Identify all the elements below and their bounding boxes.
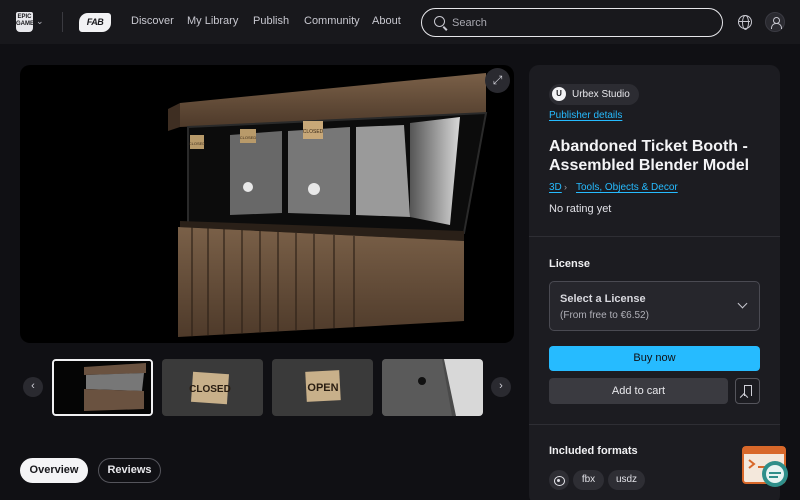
ticket-booth-render: CLOSED CLOSED CLOSED (168, 73, 488, 337)
nav-divider (62, 12, 63, 32)
search-bar[interactable] (421, 8, 723, 37)
product-title: Abandoned Ticket Booth - Assembled Blend… (549, 138, 750, 174)
globe-icon[interactable] (738, 15, 752, 30)
add-to-cart-button[interactable]: Add to cart (549, 378, 728, 404)
prev-image-button[interactable]: ‹ (23, 377, 43, 397)
open-sign: OPEN (307, 382, 338, 394)
breadcrumb-3d[interactable]: 3D (549, 182, 562, 193)
thumbnail-3[interactable]: OPEN (272, 359, 373, 416)
closed-sign: CLOSED (240, 135, 257, 140)
chevron-right-icon: › (564, 182, 567, 192)
closed-sign: CLOSED (189, 141, 206, 146)
rating-text: No rating yet (549, 203, 612, 215)
thumbnail-4[interactable] (382, 359, 483, 416)
license-price-hint: (From free to €6.52) (560, 310, 649, 321)
divider (529, 424, 780, 425)
blender-icon (549, 470, 569, 490)
top-nav: EPIC GAMES ⌄ FAB Discover My Library Pub… (0, 0, 800, 44)
thumbnail-image: OPEN (272, 359, 373, 416)
formats-heading: Included formats (549, 445, 638, 457)
nav-link-about[interactable]: About (372, 15, 401, 27)
user-avatar-icon[interactable] (765, 12, 785, 32)
search-icon (434, 16, 445, 27)
fab-logo[interactable]: FAB (79, 13, 111, 32)
nav-link-discover[interactable]: Discover (131, 15, 174, 27)
format-badge-fbx: fbx (573, 470, 604, 490)
closed-sign: CLOSED (189, 384, 231, 395)
product-viewer[interactable]: CLOSED CLOSED CLOSED (20, 65, 514, 343)
publisher-details-link[interactable]: Publisher details (549, 110, 622, 121)
help-chat-icon[interactable] (742, 446, 790, 490)
thumbnail-image (54, 361, 151, 414)
wishlist-button[interactable] (735, 378, 760, 404)
nav-link-community[interactable]: Community (304, 15, 360, 27)
next-image-button[interactable]: › (491, 377, 511, 397)
publisher-logo-icon: U (552, 87, 566, 101)
license-heading: License (549, 258, 590, 270)
thumbnail-2[interactable]: CLOSED (162, 359, 263, 416)
chevron-down-icon[interactable]: ⌄ (36, 16, 44, 27)
thumbnail-image (382, 359, 483, 416)
thumbnail-1[interactable] (52, 359, 153, 416)
search-input[interactable] (452, 14, 712, 31)
license-select-label: Select a License (560, 293, 646, 305)
tab-reviews[interactable]: Reviews (98, 458, 161, 483)
bookmark-icon (744, 385, 752, 396)
format-badge-usdz: usdz (608, 470, 645, 490)
chevron-down-icon (737, 298, 748, 309)
license-select[interactable]: Select a License (From free to €6.52) (549, 281, 760, 331)
buy-now-button[interactable]: Buy now (549, 346, 760, 371)
tab-overview[interactable]: Overview (20, 458, 88, 483)
breadcrumb-category[interactable]: Tools, Objects & Decor (576, 182, 678, 193)
nav-link-my-library[interactable]: My Library (187, 15, 238, 27)
divider (529, 236, 780, 237)
expand-icon[interactable]: ⤢ (485, 68, 510, 93)
closed-sign: CLOSED (303, 129, 324, 135)
epic-games-logo[interactable]: EPIC GAMES (16, 12, 38, 32)
nav-link-publish[interactable]: Publish (253, 15, 289, 27)
thumbnail-image: CLOSED (162, 359, 263, 416)
